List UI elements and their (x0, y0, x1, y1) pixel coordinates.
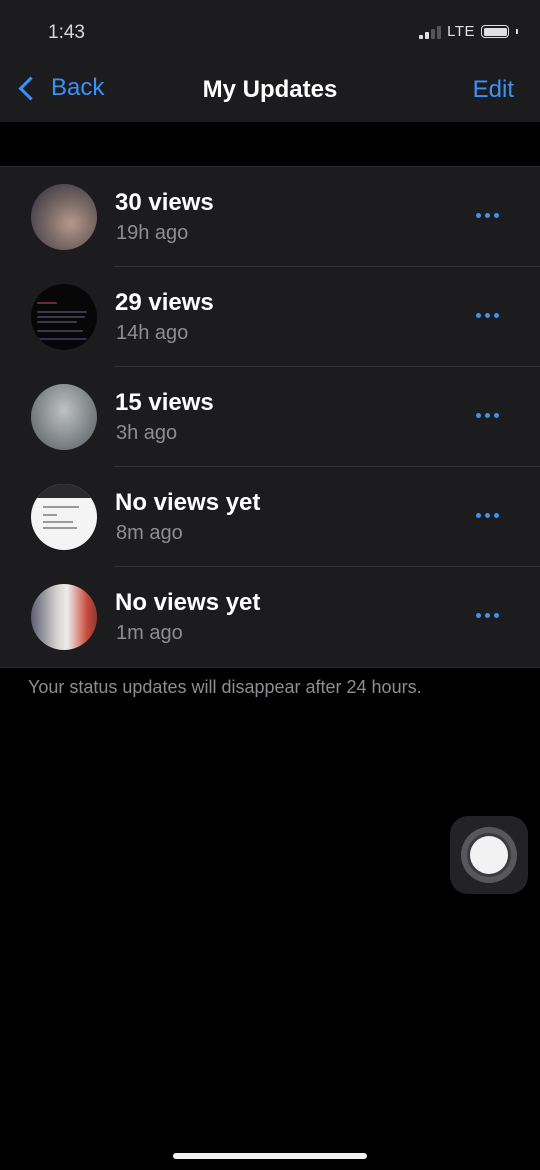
update-item[interactable]: No views yet 1m ago (0, 567, 540, 667)
home-indicator[interactable] (173, 1153, 367, 1159)
views-count: 15 views (115, 389, 214, 416)
update-item[interactable]: 30 views 19h ago (0, 167, 540, 267)
navigation-bar: Back My Updates Edit (0, 60, 540, 122)
footer-note: Your status updates will disappear after… (28, 677, 422, 697)
network-type: LTE (447, 23, 475, 40)
views-count: 29 views (115, 289, 214, 316)
status-time: 1:43 (48, 22, 85, 43)
status-bar: 1:43 LTE (0, 0, 540, 60)
more-horizontal-icon[interactable] (476, 313, 499, 318)
posted-time: 19h ago (116, 222, 189, 244)
page-title: My Updates (202, 76, 338, 103)
status-thumbnail (31, 184, 97, 250)
posted-time: 1m ago (116, 622, 183, 644)
battery-cap (516, 29, 518, 34)
posted-time: 8m ago (116, 522, 183, 544)
update-item[interactable]: 29 views 14h ago (0, 267, 540, 367)
status-thumbnail (31, 584, 97, 650)
more-horizontal-icon[interactable] (476, 513, 499, 518)
assistive-touch-icon (470, 836, 508, 874)
more-horizontal-icon[interactable] (476, 213, 499, 218)
edit-button[interactable]: Edit (473, 76, 514, 104)
status-thumbnail (31, 484, 97, 550)
assistive-touch-button[interactable] (450, 816, 528, 894)
status-thumbnail (31, 384, 97, 450)
views-count: No views yet (115, 489, 261, 516)
cellular-signal-icon (419, 25, 442, 39)
battery-icon (481, 25, 509, 38)
more-horizontal-icon[interactable] (476, 613, 499, 618)
update-item[interactable]: 15 views 3h ago (0, 367, 540, 467)
screen: 1:43 LTE Back My Updates Edit 30 views 1… (0, 0, 540, 1170)
status-indicators: LTE (419, 23, 518, 40)
updates-list: 30 views 19h ago 29 views 14h ago 15 vie… (0, 166, 540, 668)
status-thumbnail (31, 284, 97, 350)
views-count: 30 views (115, 189, 214, 216)
more-horizontal-icon[interactable] (476, 413, 499, 418)
posted-time: 3h ago (116, 422, 178, 444)
update-item[interactable]: No views yet 8m ago (0, 467, 540, 567)
views-count: No views yet (115, 589, 261, 616)
posted-time: 14h ago (116, 322, 189, 344)
